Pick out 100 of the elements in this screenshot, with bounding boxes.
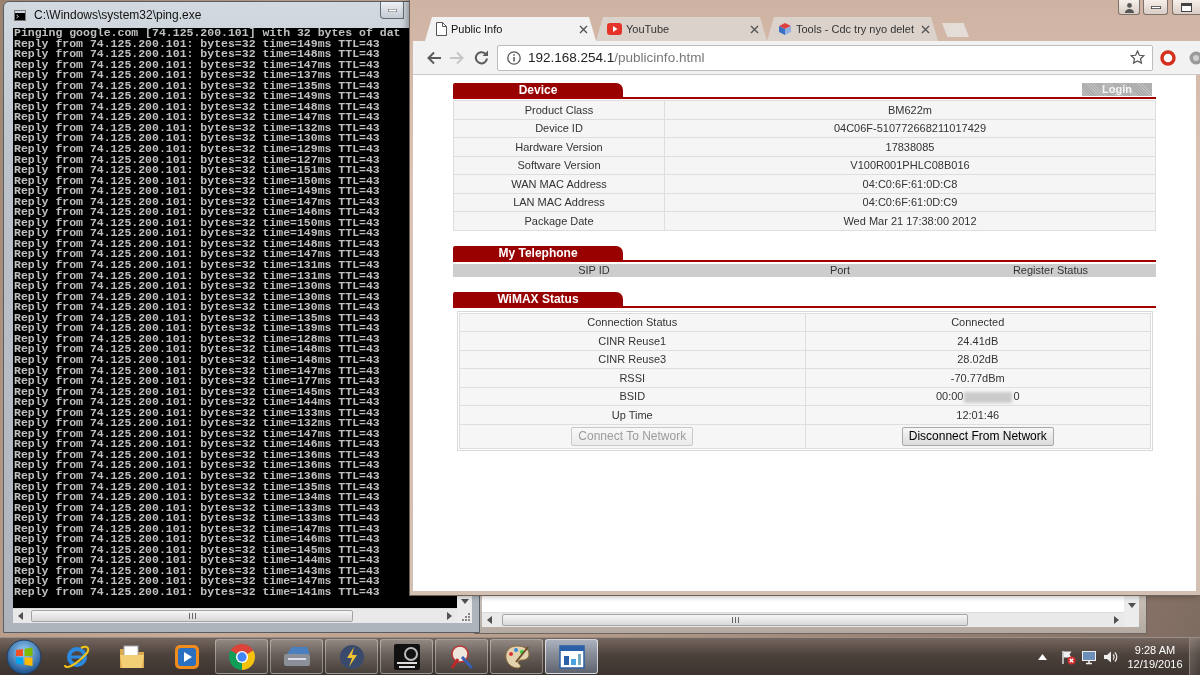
console-line: Reply from 74.125.200.101: bytes=32 time=143ms TTL=43 — [14, 565, 380, 577]
console-line: Reply from 74.125.200.101: bytes=32 time=149ms TTL=43 — [14, 38, 380, 50]
scroll-down-icon[interactable] — [460, 599, 469, 604]
taskbar-button[interactable] — [435, 639, 488, 674]
tricolor-ring-icon — [228, 643, 255, 670]
ring-tile-icon — [392, 642, 421, 671]
console-line: Reply from 74.125.200.101: bytes=32 time=136ms TTL=43 — [14, 460, 380, 471]
cube-icon — [778, 22, 792, 36]
address-field[interactable]: 192.168.254.1/publicinfo.html — [497, 44, 1153, 71]
console-line: Reply from 74.125.200.101: bytes=32 time=144ms TTL=43 — [14, 397, 380, 408]
console-line: Reply from 74.125.200.101: bytes=32 time=148ms TTL=43 — [14, 238, 380, 250]
console-line: Reply from 74.125.200.101: bytes=32 time=149ms TTL=43 — [14, 228, 380, 239]
console-line: Reply from 74.125.200.101: bytes=32 time=136ms TTL=43 — [14, 449, 380, 461]
console-line: Reply from 74.125.200.101: bytes=32 time=136ms TTL=43 — [14, 470, 380, 482]
console-line: Reply from 74.125.200.101: bytes=32 time=130ms TTL=43 — [14, 281, 380, 292]
console-line: Reply from 74.125.200.101: bytes=32 time=177ms TTL=43 — [14, 376, 380, 387]
console-line: Reply from 74.125.200.101: bytes=32 time=135ms TTL=43 — [14, 312, 380, 324]
up-arrow-icon[interactable] — [1038, 653, 1047, 660]
scrollbar[interactable] — [482, 612, 1124, 627]
window-title: C:\Windows\system32\ping.exe — [34, 8, 202, 22]
console-line: Reply from 74.125.200.101: bytes=32 time=141ms TTL=43 — [14, 587, 380, 598]
info-icon[interactable] — [507, 50, 521, 65]
console-line: Reply from 74.125.200.101: bytes=32 time=149ms TTL=43 — [14, 186, 380, 197]
column-header: SIP ID — [578, 263, 610, 276]
scanner-icon — [282, 645, 311, 668]
console-line: Reply from 74.125.200.101: bytes=32 time=145ms TTL=43 — [14, 386, 380, 398]
play-tile-icon — [607, 23, 622, 35]
close-icon[interactable] — [921, 24, 930, 34]
cell-text: 0 — [1013, 389, 1020, 402]
taskbar-button[interactable] — [490, 639, 543, 674]
resize-grip-icon[interactable] — [461, 612, 470, 621]
console-line: Reply from 74.125.200.101: bytes=32 time=149ms TTL=43 — [14, 91, 380, 102]
console-line: Reply from 74.125.200.101: bytes=32 time=146ms TTL=43 — [14, 439, 380, 450]
maximize-button[interactable] — [1172, 0, 1200, 15]
network-button[interactable]: Disconnect From Network — [901, 426, 1054, 446]
console-line: Reply from 74.125.200.101: bytes=32 time=129ms TTL=43 — [14, 144, 380, 155]
console-line: Reply from 74.125.200.101: bytes=32 time=146ms TTL=43 — [14, 534, 380, 545]
close-icon[interactable] — [579, 24, 588, 34]
ring-icon[interactable] — [1160, 49, 1176, 66]
back-arrow-icon — [425, 50, 441, 65]
minimize-icon — [387, 8, 397, 12]
console-line: Reply from 74.125.200.101: bytes=32 time=148ms TTL=43 — [14, 101, 380, 113]
console-line: Reply from 74.125.200.101: bytes=32 time=131ms TTL=43 — [14, 260, 380, 271]
console-line: Reply from 74.125.200.101: bytes=32 time=128ms TTL=43 — [14, 333, 380, 345]
clock-date[interactable]: 12/19/2016 — [1127, 656, 1183, 671]
minimize-button[interactable] — [380, 2, 404, 19]
table-cell: Connected — [805, 313, 1151, 332]
palette-icon — [503, 643, 530, 670]
console-line: Reply from 74.125.200.101: bytes=32 time=148ms TTL=43 — [14, 49, 380, 60]
clock-time[interactable]: 9:28 AM — [1134, 642, 1176, 657]
console-line: Reply from 74.125.200.101: bytes=32 time=127ms TTL=43 — [14, 154, 380, 166]
browser-tab[interactable]: Public Info — [425, 17, 596, 41]
folder-icon — [117, 643, 146, 670]
maximize-icon — [1181, 2, 1192, 12]
close-icon[interactable] — [750, 24, 759, 34]
minimize-icon — [1150, 5, 1161, 9]
lightning-icon — [338, 643, 365, 670]
profile-button[interactable] — [1118, 0, 1140, 15]
flag-icon[interactable] — [1060, 648, 1076, 665]
taskbar-button[interactable] — [215, 639, 268, 674]
console-icon — [14, 9, 26, 21]
console-line: Reply from 74.125.200.101: bytes=32 time=137ms TTL=43 — [14, 70, 380, 81]
console-line: Reply from 74.125.200.101: bytes=32 time=147ms TTL=43 — [14, 428, 380, 440]
reload-icon — [473, 50, 489, 65]
console-line: Reply from 74.125.200.101: bytes=32 time=147ms TTL=43 — [14, 365, 380, 377]
console-line: Reply from 74.125.200.101: bytes=32 time=132ms TTL=43 — [14, 122, 380, 134]
console-line: Reply from 74.125.200.101: bytes=32 time=150ms TTL=43 — [14, 175, 380, 187]
scroll-right-icon[interactable] — [447, 612, 452, 620]
console-line: Reply from 74.125.200.101: bytes=32 time=130ms TTL=43 — [14, 133, 380, 144]
section-heading: My Telephone — [453, 245, 623, 260]
monitor-icon[interactable] — [1081, 648, 1097, 665]
scroll-right-icon[interactable] — [1114, 616, 1119, 624]
scrollbar[interactable] — [13, 608, 457, 623]
browser-tab[interactable]: Tools - Cdc try nyo delet — [767, 17, 938, 41]
section-heading: WiMAX Status — [453, 291, 623, 306]
star-icon[interactable] — [1130, 50, 1145, 65]
console-line: Reply from 74.125.200.101: bytes=32 time=147ms TTL=43 — [14, 249, 380, 261]
scroll-thumb[interactable] — [31, 610, 353, 622]
console-line: Reply from 74.125.200.101: bytes=32 time=145ms TTL=43 — [14, 544, 380, 556]
scroll-left-icon[interactable] — [487, 616, 492, 624]
console-line: Pinging google.com [74.125.200.101] with 32 bytes of dat — [14, 28, 401, 39]
table-cell: Connection Status — [459, 313, 805, 332]
minimize-button[interactable] — [1143, 0, 1168, 15]
taskbar-button[interactable] — [545, 639, 598, 674]
scroll-thumb[interactable] — [502, 614, 968, 626]
scroll-down-icon[interactable] — [1127, 603, 1136, 608]
show-desktop-button[interactable] — [1189, 638, 1200, 675]
console-line: Reply from 74.125.200.101: bytes=32 time=147ms TTL=43 — [14, 523, 380, 535]
taskbar-button[interactable] — [380, 639, 433, 674]
drum-icon — [448, 643, 475, 670]
browser-tab[interactable]: YouTube — [596, 17, 767, 41]
console-line: Reply from 74.125.200.101: bytes=32 time=132ms TTL=43 — [14, 418, 380, 429]
console-line: Reply from 74.125.200.101: bytes=32 time=139ms TTL=43 — [14, 323, 380, 334]
console-line: Reply from 74.125.200.101: bytes=32 time=134ms TTL=43 — [14, 492, 380, 503]
console-line: Reply from 74.125.200.101: bytes=32 time=147ms TTL=43 — [14, 576, 380, 587]
console-line: Reply from 74.125.200.101: bytes=32 time=147ms TTL=43 — [14, 196, 380, 208]
column-header: Port — [829, 263, 851, 276]
url-text: 192.168.254.1/publicinfo.html — [528, 50, 705, 65]
console-line: Reply from 74.125.200.101: bytes=32 time=151ms TTL=43 — [14, 165, 380, 176]
scroll-left-icon[interactable] — [18, 612, 23, 620]
